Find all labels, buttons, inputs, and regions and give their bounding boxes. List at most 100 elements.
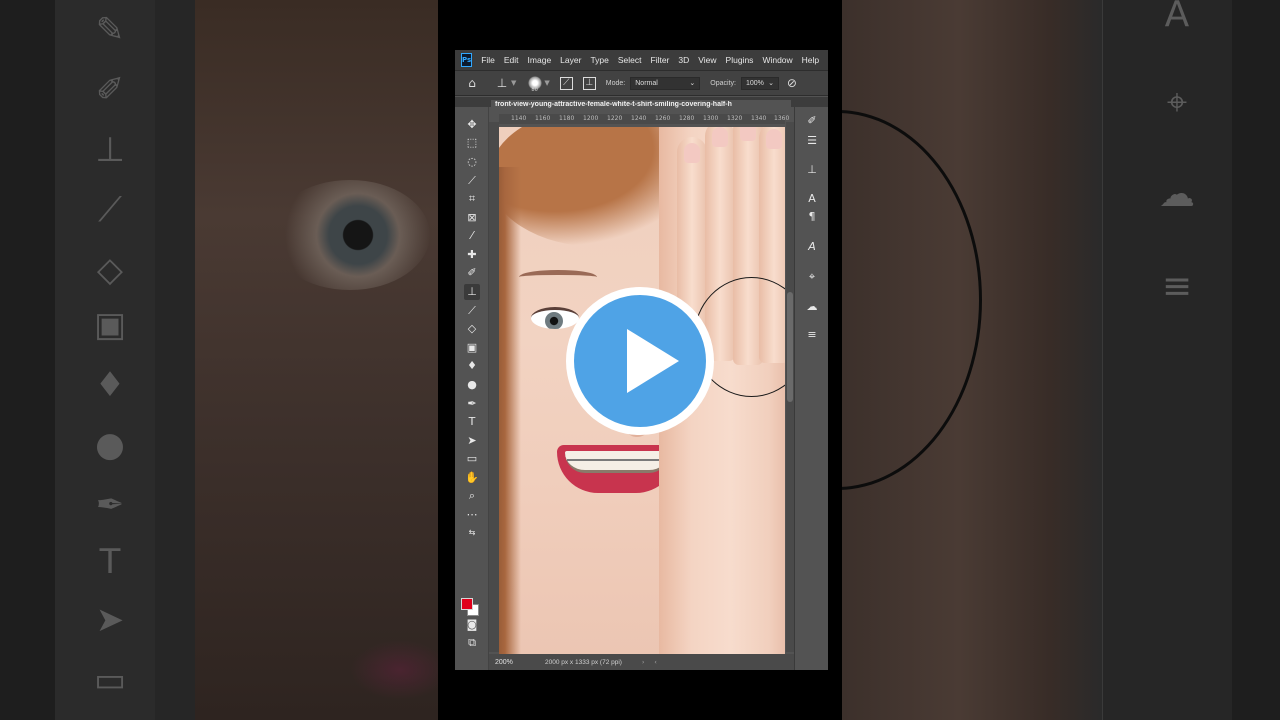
- crop-tool-icon[interactable]: ⌗: [464, 191, 480, 207]
- frame-tool-icon[interactable]: ⊠: [464, 210, 480, 226]
- brushes-panel-icon[interactable]: ☰: [804, 133, 820, 149]
- video-play-button[interactable]: [566, 287, 714, 435]
- menu-edit[interactable]: Edit: [504, 55, 519, 65]
- chevron-left-icon[interactable]: ‹: [654, 659, 656, 666]
- blurred-gradient-icon: ▣: [93, 305, 127, 345]
- blurred-face: [195, 0, 438, 720]
- zoom-level[interactable]: 200%: [495, 659, 535, 666]
- blurred-history-icon: ⟋: [98, 190, 122, 230]
- pressure-opacity-icon[interactable]: ⊘: [785, 76, 799, 90]
- menu-bar: Ps File Edit Image Layer Type Select Fil…: [455, 50, 828, 70]
- blurred-type-icon: T: [99, 542, 121, 582]
- lasso-tool-icon[interactable]: ◌: [464, 154, 480, 170]
- opacity-label: Opacity:: [710, 79, 736, 87]
- mode-select[interactable]: Normal ⌄: [630, 76, 701, 90]
- eraser-tool-icon[interactable]: ◇: [464, 321, 480, 337]
- opacity-field[interactable]: 100% ⌄: [740, 76, 779, 90]
- blurred-adjustments-icon: ≡: [1161, 266, 1193, 307]
- chevron-down-icon: ⌄: [689, 79, 696, 87]
- menu-3d[interactable]: 3D: [678, 55, 689, 65]
- blurred-eye: [270, 180, 430, 290]
- document-info: 2000 px x 1333 px (72 ppi): [545, 658, 622, 666]
- blurred-healing-icon: ✎: [95, 10, 125, 50]
- adjustments-panel-icon[interactable]: ≡: [804, 327, 820, 343]
- foreground-color-swatch[interactable]: [461, 598, 473, 610]
- right-panel-dock: ✐ ☰ ⊥ A ¶ A ⌖ ☁ ≡: [794, 107, 828, 670]
- eyedropper-tool-icon[interactable]: ⁄: [464, 228, 480, 244]
- vertical-scrollbar[interactable]: [786, 122, 794, 652]
- document-tab-title: front-view-young-attractive-female-white…: [495, 101, 732, 108]
- menu-type[interactable]: Type: [590, 55, 608, 65]
- screen-mode-icon[interactable]: ⧉: [464, 635, 480, 651]
- brush-settings-panel-icon[interactable]: ✐: [804, 113, 820, 129]
- chevron-down-icon: ⌄: [768, 79, 774, 87]
- clone-stamp-preset-icon[interactable]: ⊥: [495, 76, 509, 90]
- menu-layer[interactable]: Layer: [560, 55, 581, 65]
- chevron-down-icon[interactable]: ▼: [511, 79, 516, 87]
- clone-stamp-tool-icon[interactable]: ⊥: [464, 284, 480, 300]
- dodge-tool-icon[interactable]: ●: [464, 377, 480, 393]
- clone-source-icon[interactable]: ⊥: [582, 76, 596, 90]
- zoom-tool-icon[interactable]: ⌕: [464, 488, 480, 504]
- blurred-background-left: ✎ ✐ ⊥ ⟋ ◇ ▣ ♦ ● ✒ T ➤ ▭: [0, 0, 438, 720]
- healing-tool-icon[interactable]: ✚: [464, 247, 480, 263]
- blurred-eraser-icon: ◇: [96, 250, 124, 290]
- hand-tool-icon[interactable]: ✋: [464, 470, 480, 486]
- move-tool-icon[interactable]: ✥: [464, 117, 480, 133]
- menu-filter[interactable]: Filter: [651, 55, 670, 65]
- blurred-path-icon: ⌖: [1166, 82, 1188, 123]
- libraries-panel-icon[interactable]: ☁: [804, 299, 820, 315]
- menu-image[interactable]: Image: [528, 55, 552, 65]
- blurred-pen-icon: ✒: [95, 485, 125, 525]
- status-bar: 200% 2000 px x 1333 px (72 ppi) › ‹: [489, 654, 794, 670]
- type-tool-icon[interactable]: T: [464, 414, 480, 430]
- photo-eye: [531, 307, 579, 329]
- chevron-down-icon[interactable]: ▼: [544, 79, 549, 87]
- blurred-blur-icon: ♦: [94, 365, 126, 405]
- brush-settings-icon[interactable]: ⟋: [559, 76, 573, 90]
- marquee-tool-icon[interactable]: ⬚: [464, 135, 480, 151]
- scrollbar-thumb[interactable]: [787, 292, 793, 402]
- pen-tool-icon[interactable]: ✒: [464, 396, 480, 412]
- quick-select-tool-icon[interactable]: ⟋: [464, 173, 480, 189]
- history-brush-tool-icon[interactable]: ⟋: [464, 303, 480, 319]
- blurred-type-panel-icon: A: [1164, 0, 1190, 35]
- photoshop-logo-icon: Ps: [461, 53, 473, 67]
- paths-panel-icon[interactable]: ⌖: [804, 269, 820, 285]
- swap-colors-icon[interactable]: ⇆: [464, 525, 480, 541]
- blurred-libraries-icon: ☁: [1159, 174, 1195, 215]
- brush-tool-icon[interactable]: ✐: [464, 265, 480, 281]
- character-panel-icon[interactable]: A: [804, 191, 820, 207]
- tools-panel: ✥ ⬚ ◌ ⟋ ⌗ ⊠ ⁄ ✚ ✐ ⊥ ⟋ ◇ ▣ ♦ ● ✒ T ➤ ▭ ✋ …: [455, 107, 489, 670]
- play-icon: [627, 329, 679, 393]
- photo-eyebrow: [519, 270, 597, 284]
- blurred-background-right: A ⌖ ☁ ≡: [842, 0, 1280, 720]
- chevron-right-icon[interactable]: ›: [642, 659, 644, 666]
- blur-tool-icon[interactable]: ♦: [464, 358, 480, 374]
- options-bar: ⌂ ⊥ ▼ 80 ▼ ⟋ ⊥ Mode: Normal ⌄ Opacity: 1…: [455, 70, 828, 96]
- menu-help[interactable]: Help: [802, 55, 819, 65]
- glyphs-panel-icon[interactable]: A: [804, 239, 820, 255]
- home-icon[interactable]: ⌂: [465, 76, 479, 90]
- blurred-rectangle-icon: ▭: [93, 660, 127, 700]
- menu-window[interactable]: Window: [762, 55, 792, 65]
- rectangle-tool-icon[interactable]: ▭: [464, 451, 480, 467]
- horizontal-ruler: 1140 1160 1180 1200 1220 1240 1260 1280 …: [499, 114, 789, 124]
- quick-mask-icon[interactable]: ◙: [464, 617, 480, 633]
- gradient-tool-icon[interactable]: ▣: [464, 340, 480, 356]
- menu-file[interactable]: File: [481, 55, 495, 65]
- path-select-tool-icon[interactable]: ➤: [464, 433, 480, 449]
- document-tab[interactable]: front-view-young-attractive-female-white…: [491, 100, 791, 114]
- paragraph-panel-icon[interactable]: ¶: [804, 209, 820, 225]
- more-tools-icon[interactable]: ⋯: [464, 507, 480, 523]
- menu-plugins[interactable]: Plugins: [726, 55, 754, 65]
- brush-size-value: 80: [531, 87, 538, 93]
- menu-view[interactable]: View: [698, 55, 716, 65]
- blurred-stamp-icon: ⊥: [95, 130, 125, 170]
- blurred-brush-icon: ✐: [95, 70, 125, 110]
- menu-select[interactable]: Select: [618, 55, 642, 65]
- brush-preset-picker[interactable]: 80: [528, 76, 543, 93]
- vertical-ruler: [489, 122, 499, 652]
- clone-source-panel-icon[interactable]: ⊥: [804, 162, 820, 178]
- blurred-dodge-icon: ●: [95, 425, 125, 465]
